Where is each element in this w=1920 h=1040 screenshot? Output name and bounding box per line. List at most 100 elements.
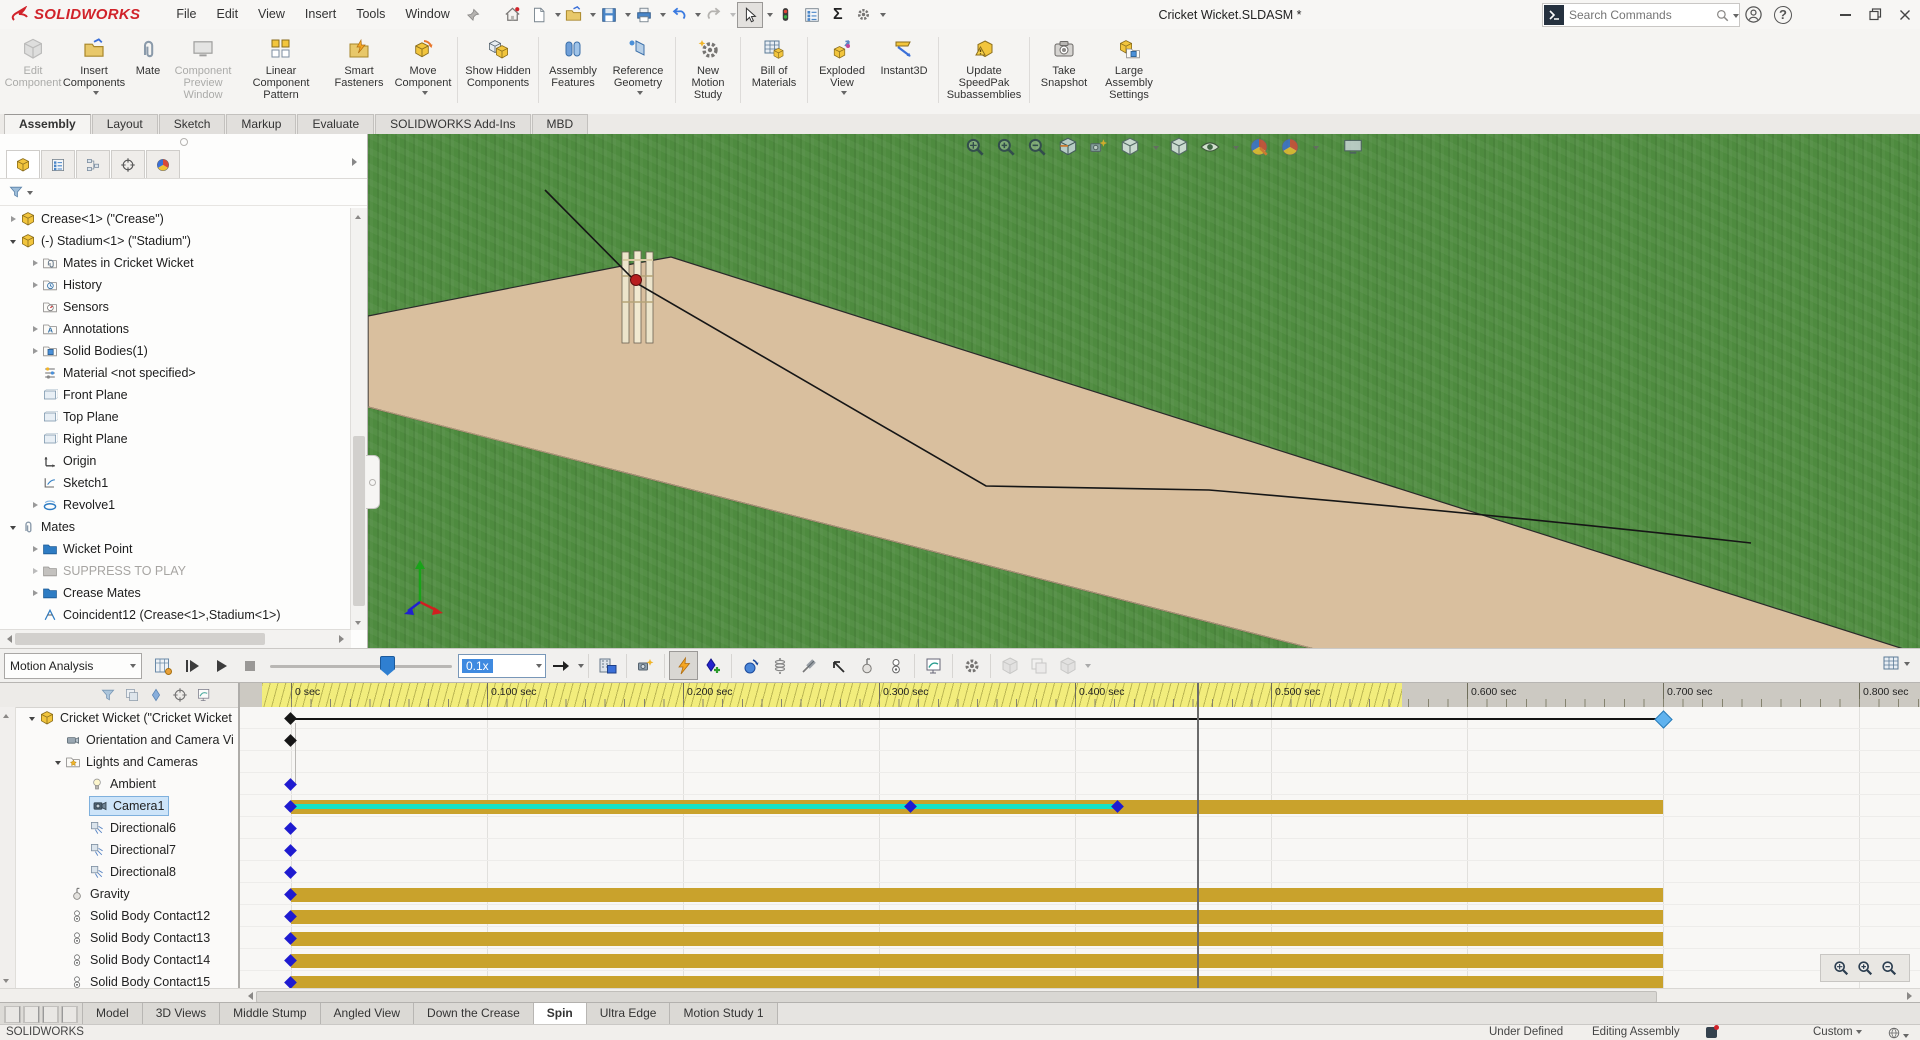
filter-results-icon[interactable]	[196, 687, 212, 703]
tab-model[interactable]: Model	[83, 1003, 143, 1025]
tab-mbd[interactable]: MBD	[532, 114, 589, 134]
add-key-icon[interactable]	[698, 651, 727, 680]
timeline-ruler[interactable]: 0 sec 0.100 sec 0.200 sec 0.300 sec 0.40…	[240, 683, 1920, 708]
tab-spin[interactable]: Spin	[534, 1003, 587, 1025]
move-component-button[interactable]: Move Component	[392, 29, 454, 108]
playback-speed-combo[interactable]: 0.1x	[458, 654, 546, 678]
timeline-zoom-out-icon[interactable]	[1880, 959, 1898, 977]
tab-configuration-manager[interactable]	[76, 150, 110, 178]
filter-icon[interactable]	[8, 184, 24, 200]
linear-component-pattern-button[interactable]: Linear Component Pattern	[236, 29, 326, 108]
large-assembly-settings-button[interactable]: Large Assembly Settings	[1095, 29, 1163, 108]
timeline-zoom-fit-icon[interactable]	[1832, 959, 1850, 977]
motion-item-lights-cameras[interactable]: Lights and Cameras	[15, 751, 238, 773]
tab-sketch[interactable]: Sketch	[159, 114, 226, 134]
status-custom-dropdown[interactable]: Custom	[1813, 1026, 1862, 1038]
new-motion-study-button[interactable]: New Motion Study	[679, 29, 737, 108]
bill-of-materials-button[interactable]: Bill of Materials	[744, 29, 804, 108]
edit-appearance-icon[interactable]	[1248, 136, 1270, 158]
tree-item-crease-mates[interactable]: Crease Mates	[0, 582, 351, 604]
motion-item-directional8[interactable]: Directional8	[15, 861, 238, 883]
tab-middle-stump[interactable]: Middle Stump	[220, 1003, 320, 1025]
hide-show-items-icon[interactable]	[1199, 136, 1221, 158]
tree-item-mates[interactable]: Mates	[0, 516, 351, 538]
rebuild-button[interactable]	[774, 3, 798, 27]
mate-button[interactable]: Mate	[126, 29, 170, 108]
damper-icon[interactable]	[794, 651, 823, 680]
tab-down-the-crease[interactable]: Down the Crease	[414, 1003, 534, 1025]
select-tool-button[interactable]	[737, 2, 763, 28]
tab-markup[interactable]: Markup	[226, 114, 296, 134]
options-button[interactable]	[800, 3, 824, 27]
tab-3d-views[interactable]: 3D Views	[143, 1003, 220, 1025]
insert-components-button[interactable]: Insert Components	[62, 29, 126, 108]
tree-item-revolve1[interactable]: Revolve1	[0, 494, 351, 516]
motion-item-contact12[interactable]: Solid Body Contact12	[15, 905, 238, 927]
motor-icon[interactable]	[736, 651, 765, 680]
tree-item-origin[interactable]: Origin	[0, 450, 351, 472]
open-button[interactable]	[562, 3, 586, 27]
reference-geometry-dropdown[interactable]	[637, 91, 643, 98]
motion-item-contact14[interactable]: Solid Body Contact14	[15, 949, 238, 971]
zoom-fit-icon[interactable]	[964, 136, 986, 158]
tab-display-manager[interactable]	[146, 150, 180, 178]
tab-dimxpert-manager[interactable]	[111, 150, 145, 178]
insert-components-dropdown[interactable]	[93, 91, 99, 98]
zoom-area-icon[interactable]	[995, 136, 1017, 158]
motion-item-assembly[interactable]: Cricket Wicket ("Cricket Wicket	[15, 707, 238, 729]
contact13-bar[interactable]	[291, 932, 1663, 946]
tree-item-top-plane[interactable]: Top Plane	[0, 406, 351, 428]
section-view-icon[interactable]	[1057, 136, 1079, 158]
view-settings-icon[interactable]	[1342, 136, 1364, 158]
reference-geometry-button[interactable]: Reference Geometry	[604, 29, 672, 108]
menu-window[interactable]: Window	[395, 0, 459, 29]
help-icon[interactable]: ?	[1768, 2, 1798, 28]
tree-item-sensors[interactable]: Sensors	[0, 296, 351, 318]
tree-item-mates-in-cricket-wicket[interactable]: Mates in Cricket Wicket	[0, 252, 351, 274]
menu-file[interactable]: File	[166, 0, 206, 29]
menu-view[interactable]: View	[248, 0, 295, 29]
print-dropdown[interactable]	[660, 13, 666, 20]
tree-item-wicket-point[interactable]: Wicket Point	[0, 538, 351, 560]
contact12-bar[interactable]	[291, 910, 1663, 924]
tab-angled-view[interactable]: Angled View	[321, 1003, 415, 1025]
timeline-zoom-in-icon[interactable]	[1856, 959, 1874, 977]
take-snapshot-button[interactable]: Take Snapshot	[1033, 29, 1095, 108]
panel-grip[interactable]	[0, 134, 367, 150]
tab-property-manager[interactable]	[41, 150, 75, 178]
motion-item-directional7[interactable]: Directional7	[15, 839, 238, 861]
apply-scene-icon[interactable]	[1279, 136, 1301, 158]
timeline-view-dropdown[interactable]	[1904, 662, 1910, 669]
pin-icon[interactable]	[461, 3, 485, 27]
move-component-dropdown[interactable]	[422, 91, 428, 98]
select-dropdown[interactable]	[767, 13, 773, 20]
timeline-tracks[interactable]	[240, 707, 1920, 988]
tab-assembly[interactable]: Assembly	[4, 114, 91, 134]
tree-item-crease[interactable]: Crease<1> ("Crease")	[0, 208, 351, 230]
status-resource-icon[interactable]	[1706, 1027, 1717, 1040]
instant3d-button[interactable]: Instant3D	[873, 29, 935, 108]
tree-item-solid-bodies[interactable]: Solid Bodies(1)	[0, 340, 351, 362]
animation-wizard-icon[interactable]	[631, 651, 660, 680]
undo-button[interactable]	[667, 3, 691, 27]
play-from-start-icon[interactable]	[177, 651, 206, 680]
tree-vertical-scrollbar[interactable]	[350, 208, 367, 630]
update-speedpak-button[interactable]: Update SpeedPak Subassemblies	[942, 29, 1026, 108]
timeline-view-toggle-icon[interactable]	[1881, 653, 1901, 673]
timeline-position-slider[interactable]	[270, 653, 452, 679]
tab-motion-study-1[interactable]: Motion Study 1	[670, 1003, 777, 1025]
search-input[interactable]	[1565, 8, 1715, 22]
smart-fasteners-button[interactable]: Smart Fasteners	[326, 29, 392, 108]
playback-mode-dropdown[interactable]	[578, 664, 584, 671]
motion-item-contact15[interactable]: Solid Body Contact15	[15, 971, 238, 988]
exploded-view-dropdown[interactable]	[841, 91, 847, 98]
filter-driving-icon[interactable]	[148, 687, 164, 703]
save-dropdown[interactable]	[625, 13, 631, 20]
minimize-button[interactable]	[1830, 2, 1860, 28]
tree-item-history[interactable]: History	[0, 274, 351, 296]
motion-item-camera1[interactable]: Camera1	[15, 795, 238, 817]
gravity-bar[interactable]	[291, 888, 1663, 902]
motion-study-properties-icon[interactable]	[957, 651, 986, 680]
tab-scroll-buttons[interactable]	[0, 1003, 83, 1025]
tab-ultra-edge[interactable]: Ultra Edge	[587, 1003, 671, 1025]
